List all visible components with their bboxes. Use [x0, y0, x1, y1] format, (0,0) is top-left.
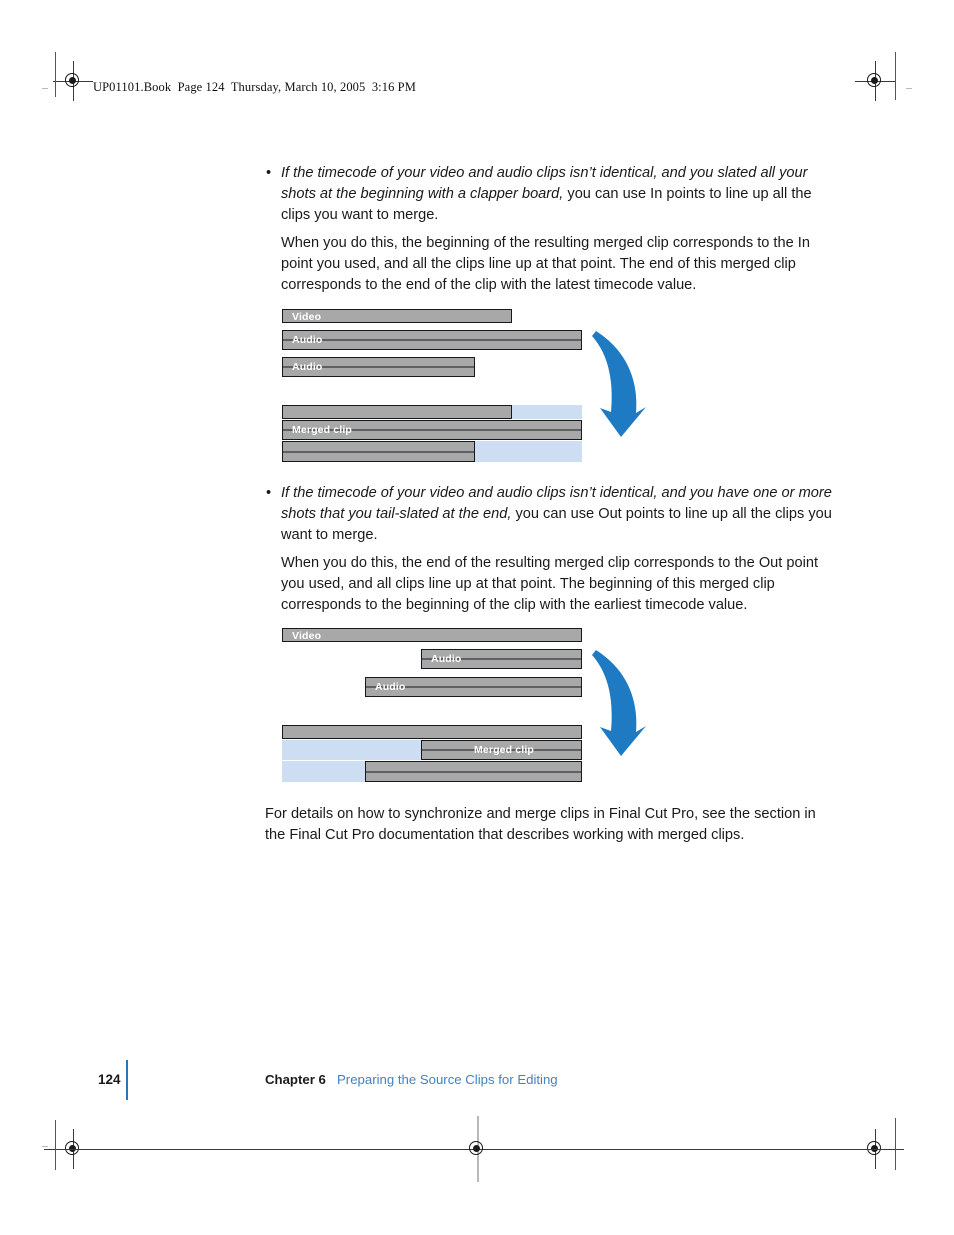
diagram-out-point: Video Audio Audio Merged clip — [0, 0, 954, 1235]
footer-rule — [126, 1060, 128, 1100]
footer-chapter-number: Chapter 6 — [265, 1072, 326, 1087]
diagram2-audio-label-2: Audio — [375, 681, 406, 693]
page-number: 124 — [98, 1072, 121, 1087]
clip-split-line — [366, 771, 581, 772]
diagram2-merged-label: Merged clip — [474, 744, 534, 756]
diagram2-audio-label-1: Audio — [431, 653, 462, 665]
diagram2-merged-video — [282, 725, 582, 739]
page-footer: 124 Chapter 6 Preparing the Source Clips… — [0, 1060, 954, 1100]
document-page: UP01101.Book Page 124 Thursday, March 10… — [0, 0, 954, 1235]
diagram2-video-label: Video — [292, 630, 322, 642]
diagram2-merged-audio-2 — [365, 761, 582, 782]
closing-paragraph-wrapper: For details on how to synchronize and me… — [265, 804, 840, 846]
footer-chapter-title[interactable]: Preparing the Source Clips for Editing — [337, 1072, 558, 1087]
closing-paragraph: For details on how to synchronize and me… — [265, 806, 816, 844]
diagram2-video-clip — [282, 628, 582, 642]
diagram2-flow-arrow-icon — [592, 650, 646, 756]
